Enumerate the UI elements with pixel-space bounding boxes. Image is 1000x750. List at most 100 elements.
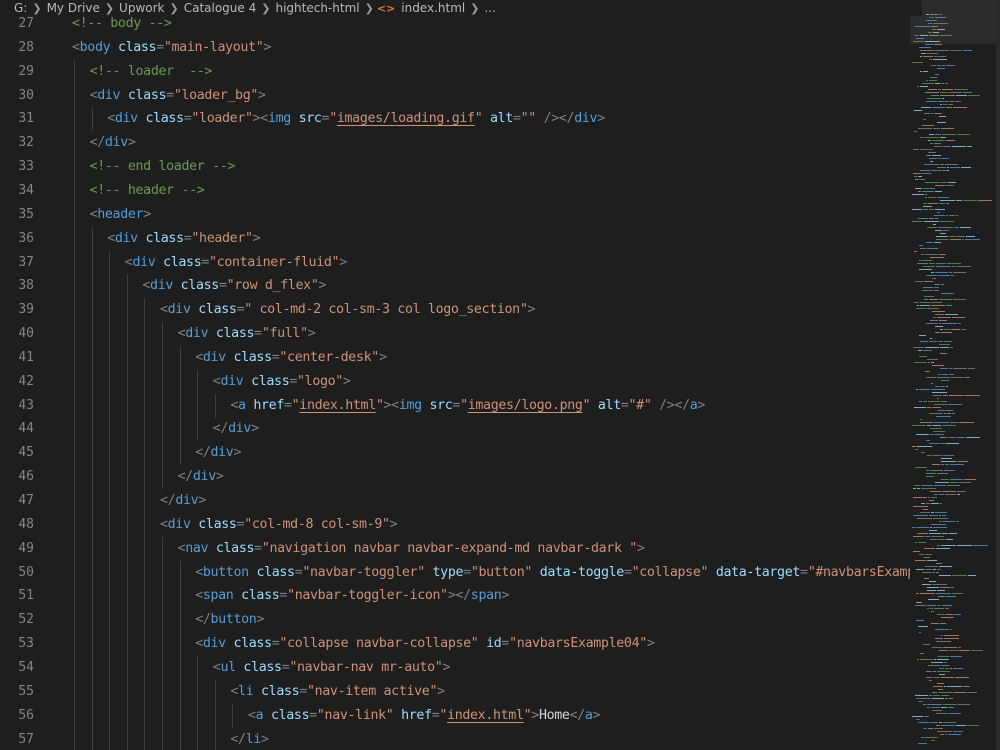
code-line[interactable]: 47 </div> — [0, 489, 910, 513]
token-punc: </ — [195, 612, 211, 628]
code-line[interactable]: 56 <a class="nav-link" href="index.html">… — [0, 703, 910, 728]
indent-guide — [74, 512, 75, 537]
minimap-line — [941, 665, 949, 666]
code-line[interactable]: 43 <a href="index.html"><img src="images/… — [0, 393, 910, 418]
code-line[interactable]: 29 <!-- loader --> — [0, 59, 910, 84]
minimap-line — [922, 290, 933, 291]
token-punc: = — [201, 254, 210, 270]
breadcrumb-project[interactable]: hightech-html — [273, 1, 361, 15]
minimap-line — [941, 128, 954, 129]
code-line[interactable]: 35 <header> — [0, 202, 910, 227]
minimap-line — [944, 470, 955, 471]
vertical-scrollbar[interactable] — [996, 0, 1000, 750]
minimap-line — [918, 128, 932, 129]
breadcrumb-symbol[interactable]: ... — [482, 1, 497, 15]
chevron-right-icon: ❯ — [32, 1, 42, 15]
minimap-line — [917, 86, 919, 87]
token-str: "logo" — [297, 373, 343, 389]
code-line[interactable]: 57 </li> — [0, 727, 910, 750]
minimap-line — [926, 377, 936, 378]
code-line[interactable]: 46 </div> — [0, 465, 910, 490]
minimap-line — [937, 317, 951, 318]
code-line[interactable]: 40 <div class="full"> — [0, 322, 910, 347]
minimap-line — [923, 188, 935, 189]
code-line[interactable]: 38 <div class="row d_flex"> — [0, 274, 910, 299]
minimap-line — [932, 671, 936, 672]
minimap-line — [953, 668, 963, 669]
minimap-line — [924, 548, 935, 549]
minimap-line — [941, 725, 955, 726]
token-link[interactable]: images/loading.gif — [337, 111, 475, 126]
token-str: "loader" — [191, 111, 253, 127]
line-number: 36 — [18, 230, 34, 246]
code-line[interactable]: 41 <div class="center-desk"> — [0, 345, 910, 370]
code-line[interactable]: 52 </button> — [0, 608, 910, 633]
minimap-line — [940, 623, 946, 624]
token-attr: class — [180, 278, 220, 294]
code-area[interactable]: 27 <!-- body --> 28 <body class="main-layou… — [0, 0, 910, 750]
code-line[interactable]: 31 <div class="loader"><img src="images/l… — [0, 107, 910, 132]
indent-guide — [91, 679, 93, 704]
code-text: <nav class="navigation navbar navbar-exp… — [178, 537, 645, 561]
minimap-line — [934, 290, 939, 291]
token-attr: class — [145, 230, 184, 246]
minimap-line — [954, 692, 966, 693]
code-line[interactable]: 54 <ul class="navbar-nav mr-auto"> — [0, 655, 910, 680]
minimap-line — [937, 122, 946, 123]
code-line[interactable]: 33 <!-- end loader --> — [0, 155, 910, 180]
minimap-line — [926, 155, 931, 156]
indent-guide — [144, 298, 146, 323]
code-line[interactable]: 50 <button class="navbar-toggler" type="b… — [0, 560, 910, 585]
indent-guide — [74, 178, 75, 203]
code-line[interactable]: 39 <div class=" col-md-2 col-sm-3 col log… — [0, 298, 910, 323]
token-tag: div — [175, 493, 199, 508]
code-line[interactable]: 51 <span class="navbar-toggler-icon"></sp… — [0, 584, 910, 609]
minimap-line — [930, 491, 941, 492]
minimap-line — [917, 488, 920, 489]
code-editor[interactable]: 27 <!-- body --> 28 <body class="main-layou… — [0, 0, 1000, 750]
code-line[interactable]: 30 <div class="loader_bg"> — [0, 83, 910, 108]
minimap-line — [941, 635, 943, 636]
token-link[interactable]: images/logo.png — [468, 398, 583, 413]
token-str: "header" — [191, 230, 253, 246]
breadcrumb-my-drive[interactable]: My Drive — [45, 1, 102, 15]
code-text: <body class="main-layout"> — [72, 36, 271, 60]
breadcrumb-upwork[interactable]: Upwork — [117, 1, 166, 15]
minimap-line — [944, 635, 959, 636]
breadcrumb-file[interactable]: index.html — [399, 1, 467, 15]
code-line[interactable]: 28 <body class="main-layout"> — [0, 36, 910, 60]
breadcrumb-drive[interactable]: G: — [12, 1, 29, 15]
minimap-line — [913, 41, 924, 42]
code-line[interactable]: 55 <li class="nav-item active"> — [0, 679, 910, 704]
code-line[interactable]: 36 <div class="header"> — [0, 226, 910, 251]
code-line[interactable]: 48 <div class="col-md-8 col-sm-9"> — [0, 512, 910, 537]
breadcrumb-catalogue[interactable]: Catalogue 4 — [182, 1, 259, 15]
code-line[interactable]: 32 </div> — [0, 131, 910, 156]
code-line[interactable]: 49 <nav class="navigation navbar navbar-e… — [0, 536, 910, 561]
token-link[interactable]: index.html — [299, 398, 376, 413]
code-line[interactable]: 37 <div class="container-fluid"> — [0, 250, 910, 275]
minimap-line — [926, 242, 933, 243]
minimap-line — [954, 614, 961, 615]
indent-guide — [126, 608, 128, 633]
minimap-line — [936, 236, 948, 237]
code-line[interactable]: 53 <div class = "collapse navbar-collapse" … — [0, 632, 910, 657]
minimap-line — [940, 734, 944, 735]
token-link[interactable]: index.html — [447, 708, 524, 723]
minimap-line — [945, 668, 949, 669]
minimap-line — [922, 173, 931, 174]
token-comment: <!-- end loader --> — [89, 159, 236, 175]
minimap-line — [928, 728, 933, 729]
minimap-line — [932, 311, 945, 312]
minimap[interactable] — [910, 0, 1000, 750]
code-line[interactable]: 45 </div> — [0, 441, 910, 466]
token-tag: button — [202, 564, 249, 580]
token-tag: li — [245, 731, 262, 747]
indent-guide — [74, 560, 75, 585]
code-line[interactable]: 34 <!-- header --> — [0, 178, 910, 203]
minimap-line — [949, 374, 954, 375]
code-line[interactable]: 42 <div class="logo"> — [0, 369, 910, 394]
code-line[interactable]: 44 </div> — [0, 417, 910, 442]
